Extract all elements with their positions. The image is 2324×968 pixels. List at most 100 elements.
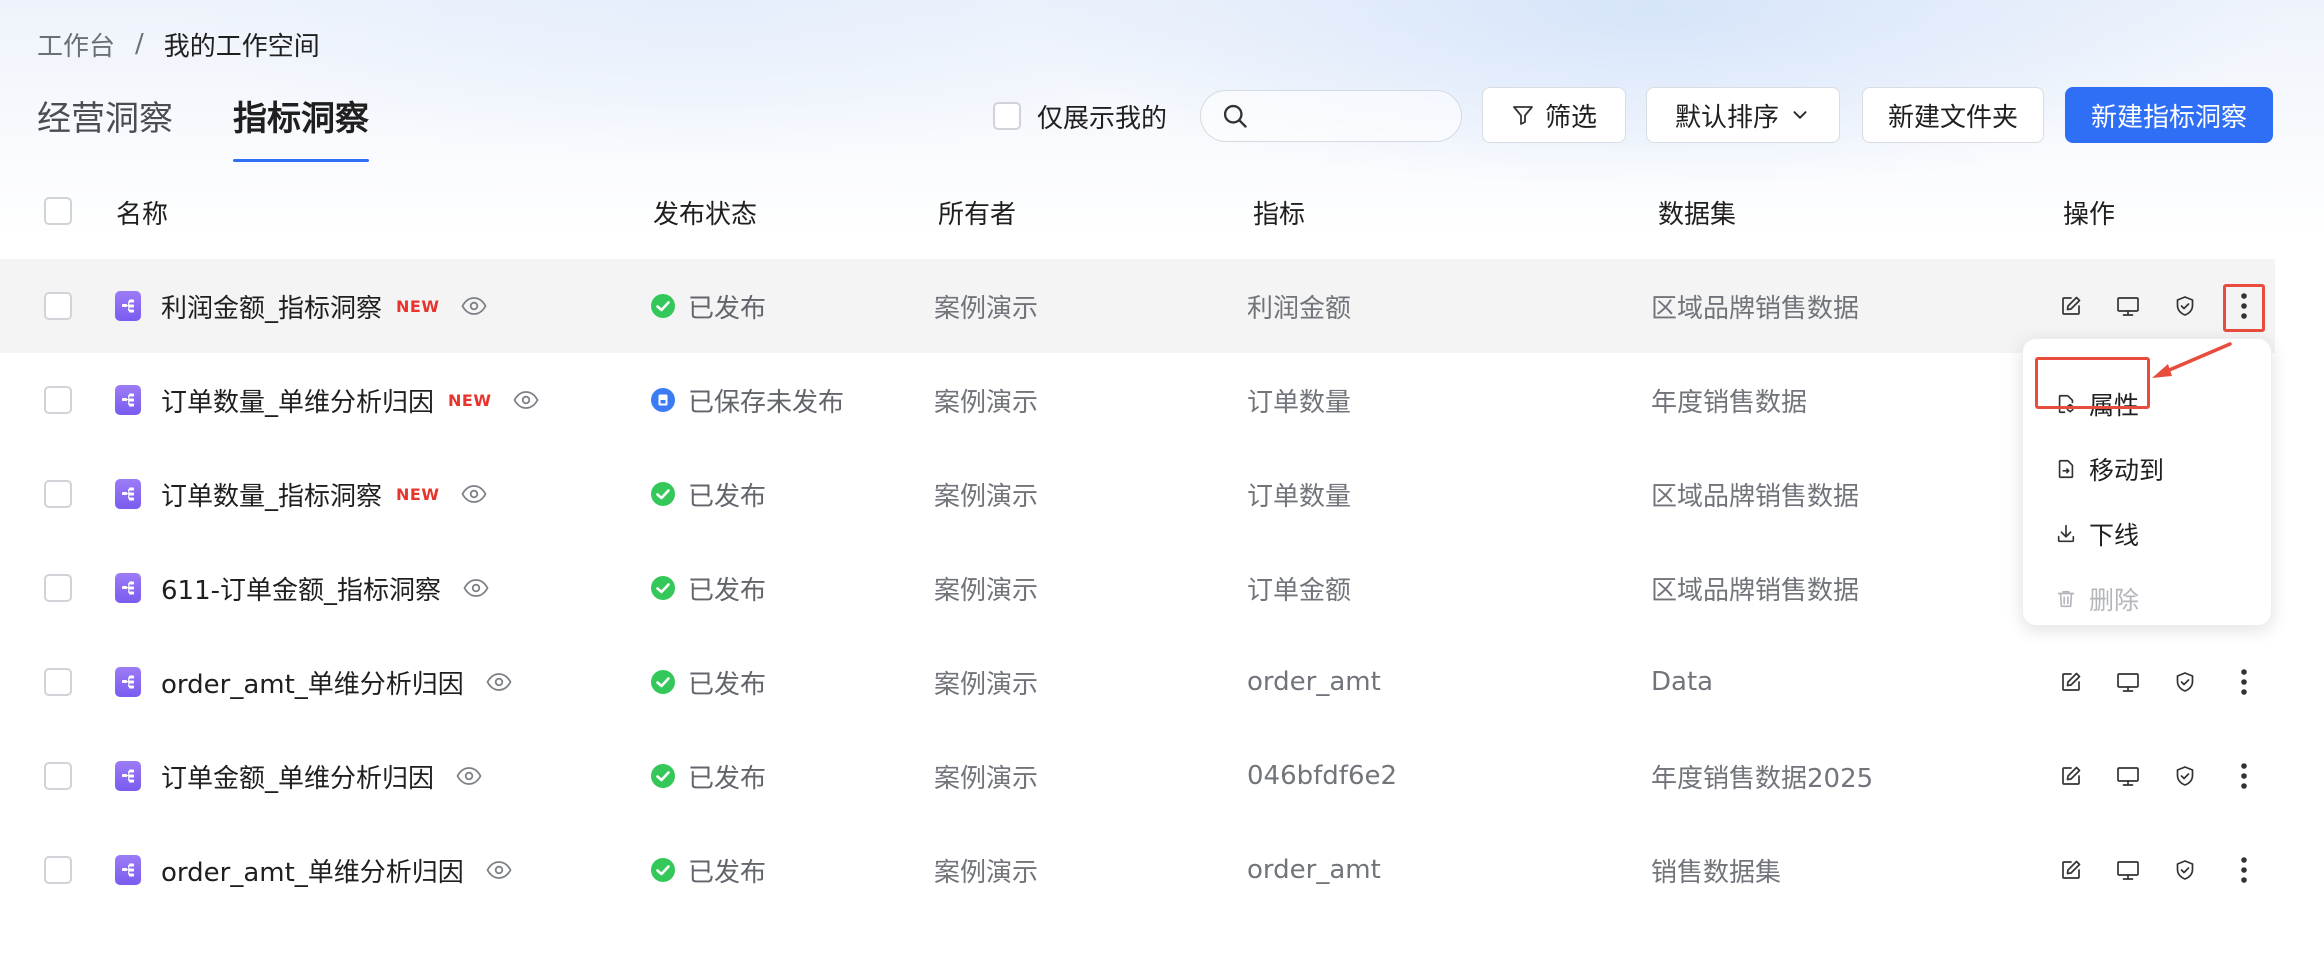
shield-check-icon[interactable] [2172, 763, 2198, 789]
search-icon [1221, 102, 1249, 130]
new-badge: NEW [396, 484, 440, 504]
row-checkbox[interactable] [44, 762, 72, 790]
menu-item-offline-label: 下线 [2089, 521, 2140, 550]
status-cell: 已发布 [650, 635, 766, 729]
status-text: 已发布 [688, 857, 767, 888]
sort-dropdown[interactable]: 默认排序 [1646, 87, 1840, 143]
tab-business-insight[interactable]: 经营洞察 [37, 96, 173, 156]
insight-doc-icon [115, 761, 141, 791]
only-mine-toggle[interactable]: 仅展示我的 [993, 98, 1167, 134]
eye-icon[interactable] [461, 484, 488, 504]
new-insight-button[interactable]: 新建指标洞察 [2065, 87, 2273, 143]
present-icon[interactable] [2115, 669, 2141, 695]
dataset-cell: 年度销售数据2025 [1651, 763, 1874, 794]
only-mine-checkbox[interactable] [993, 102, 1021, 130]
new-folder-button[interactable]: 新建文件夹 [1862, 87, 2044, 143]
edit-icon[interactable] [2058, 293, 2084, 319]
offline-icon [2055, 523, 2077, 545]
menu-item-move-to[interactable]: 移动到 [2055, 449, 2164, 489]
more-vertical-icon[interactable] [2229, 857, 2259, 883]
owner-cell: 案例演示 [934, 669, 1039, 700]
shield-check-icon[interactable] [2172, 293, 2198, 319]
filter-button[interactable]: 筛选 [1482, 87, 1626, 143]
owner-cell: 案例演示 [934, 293, 1039, 324]
insight-name[interactable]: 利润金额_指标洞察 [161, 288, 382, 325]
more-vertical-icon[interactable] [2229, 669, 2259, 695]
table-row[interactable]: order_amt_单维分析归因 已发布 案例演示 order_amt 销售数据… [0, 823, 2275, 917]
published-check-icon [650, 481, 676, 507]
present-icon[interactable] [2115, 763, 2141, 789]
only-mine-label: 仅展示我的 [1037, 103, 1168, 134]
status-text: 已保存未发布 [688, 387, 845, 418]
search-input[interactable] [1259, 101, 1463, 131]
table-row[interactable]: 订单金额_单维分析归因 已发布 案例演示 046bfdf6e2 年度销售数据20… [0, 729, 2275, 823]
breadcrumb-separator: / [135, 29, 144, 59]
row-checkbox[interactable] [44, 668, 72, 696]
owner-cell: 案例演示 [934, 857, 1039, 888]
row-checkbox-cell [44, 447, 72, 541]
eye-icon[interactable] [513, 390, 540, 410]
filter-label: 筛选 [1544, 102, 1597, 133]
edit-icon[interactable] [2058, 857, 2084, 883]
status-cell: 已发布 [650, 823, 766, 917]
present-icon[interactable] [2115, 857, 2141, 883]
new-badge: NEW [396, 296, 440, 316]
present-icon[interactable] [2115, 293, 2141, 319]
select-all-checkbox[interactable] [44, 197, 72, 225]
actions-cell [2058, 635, 2259, 729]
status-text: 已发布 [688, 575, 767, 606]
menu-item-offline[interactable]: 下线 [2055, 514, 2139, 554]
metric-cell: 利润金额 [1247, 293, 1352, 324]
row-checkbox[interactable] [44, 480, 72, 508]
insight-name[interactable]: order_amt_单维分析归因 [161, 664, 464, 701]
header-owner: 所有者 [938, 200, 1017, 230]
edit-icon[interactable] [2058, 763, 2084, 789]
sort-label: 默认排序 [1674, 102, 1779, 133]
tab-metric-insight[interactable]: 指标洞察 [233, 96, 369, 162]
insight-name[interactable]: 订单数量_单维分析归因 [161, 382, 434, 419]
menu-item-move-to-label: 移动到 [2089, 456, 2165, 485]
row-checkbox[interactable] [44, 574, 72, 602]
eye-icon[interactable] [456, 766, 482, 786]
header-status: 发布状态 [653, 200, 758, 230]
insight-name[interactable]: 订单数量_指标洞察 [161, 476, 382, 513]
metric-cell: 订单金额 [1247, 575, 1352, 606]
name-cell: 611-订单金额_指标洞察 [115, 541, 489, 635]
table-row[interactable]: 订单数量_指标洞察 NEW 已发布 案例演示 订单数量 区域品牌销售数据 [0, 447, 2275, 541]
row-checkbox-cell [44, 353, 72, 447]
eye-icon[interactable] [486, 860, 512, 880]
insight-doc-icon [115, 573, 141, 603]
row-checkbox-cell [44, 259, 72, 353]
insight-name[interactable]: 订单金额_单维分析归因 [161, 758, 434, 795]
actions-cell [2058, 729, 2259, 823]
header-name: 名称 [116, 200, 169, 230]
table-row[interactable]: 611-订单金额_指标洞察 已发布 案例演示 订单金额 区域品牌销售数据 [0, 541, 2275, 635]
menu-item-delete: 删除 [2055, 579, 2139, 619]
row-checkbox[interactable] [44, 386, 72, 414]
edit-icon[interactable] [2058, 669, 2084, 695]
breadcrumb-current: 我的工作空间 [163, 31, 320, 62]
eye-icon[interactable] [463, 578, 489, 598]
tab-bar: 经营洞察 指标洞察 [37, 96, 369, 162]
insight-name[interactable]: order_amt_单维分析归因 [161, 852, 464, 889]
published-check-icon [650, 857, 676, 883]
table-row[interactable]: 利润金额_指标洞察 NEW 已发布 案例演示 利润金额 区域品牌销售数据 [0, 259, 2275, 353]
shield-check-icon[interactable] [2172, 669, 2198, 695]
table-row[interactable]: order_amt_单维分析归因 已发布 案例演示 order_amt Data [0, 635, 2275, 729]
table-row[interactable]: 订单数量_单维分析归因 NEW 已保存未发布 案例演示 订单数量 年度销售数据 [0, 353, 2275, 447]
eye-icon[interactable] [486, 672, 512, 692]
name-cell: 订单金额_单维分析归因 [115, 729, 482, 823]
eye-icon[interactable] [461, 296, 488, 316]
breadcrumb-workspace-link[interactable]: 工作台 [37, 26, 115, 63]
more-vertical-icon[interactable] [2229, 763, 2259, 789]
status-cell: 已发布 [650, 541, 766, 635]
actions-cell [2058, 823, 2259, 917]
insight-name[interactable]: 611-订单金额_指标洞察 [161, 570, 441, 607]
table-header: 名称 发布状态 所有者 指标 数据集 操作 [0, 180, 2275, 244]
properties-highlight-box [2035, 357, 2150, 409]
header-metric: 指标 [1253, 200, 1306, 230]
row-checkbox[interactable] [44, 856, 72, 884]
search-box[interactable] [1200, 90, 1463, 142]
row-checkbox[interactable] [44, 292, 72, 320]
shield-check-icon[interactable] [2172, 857, 2198, 883]
